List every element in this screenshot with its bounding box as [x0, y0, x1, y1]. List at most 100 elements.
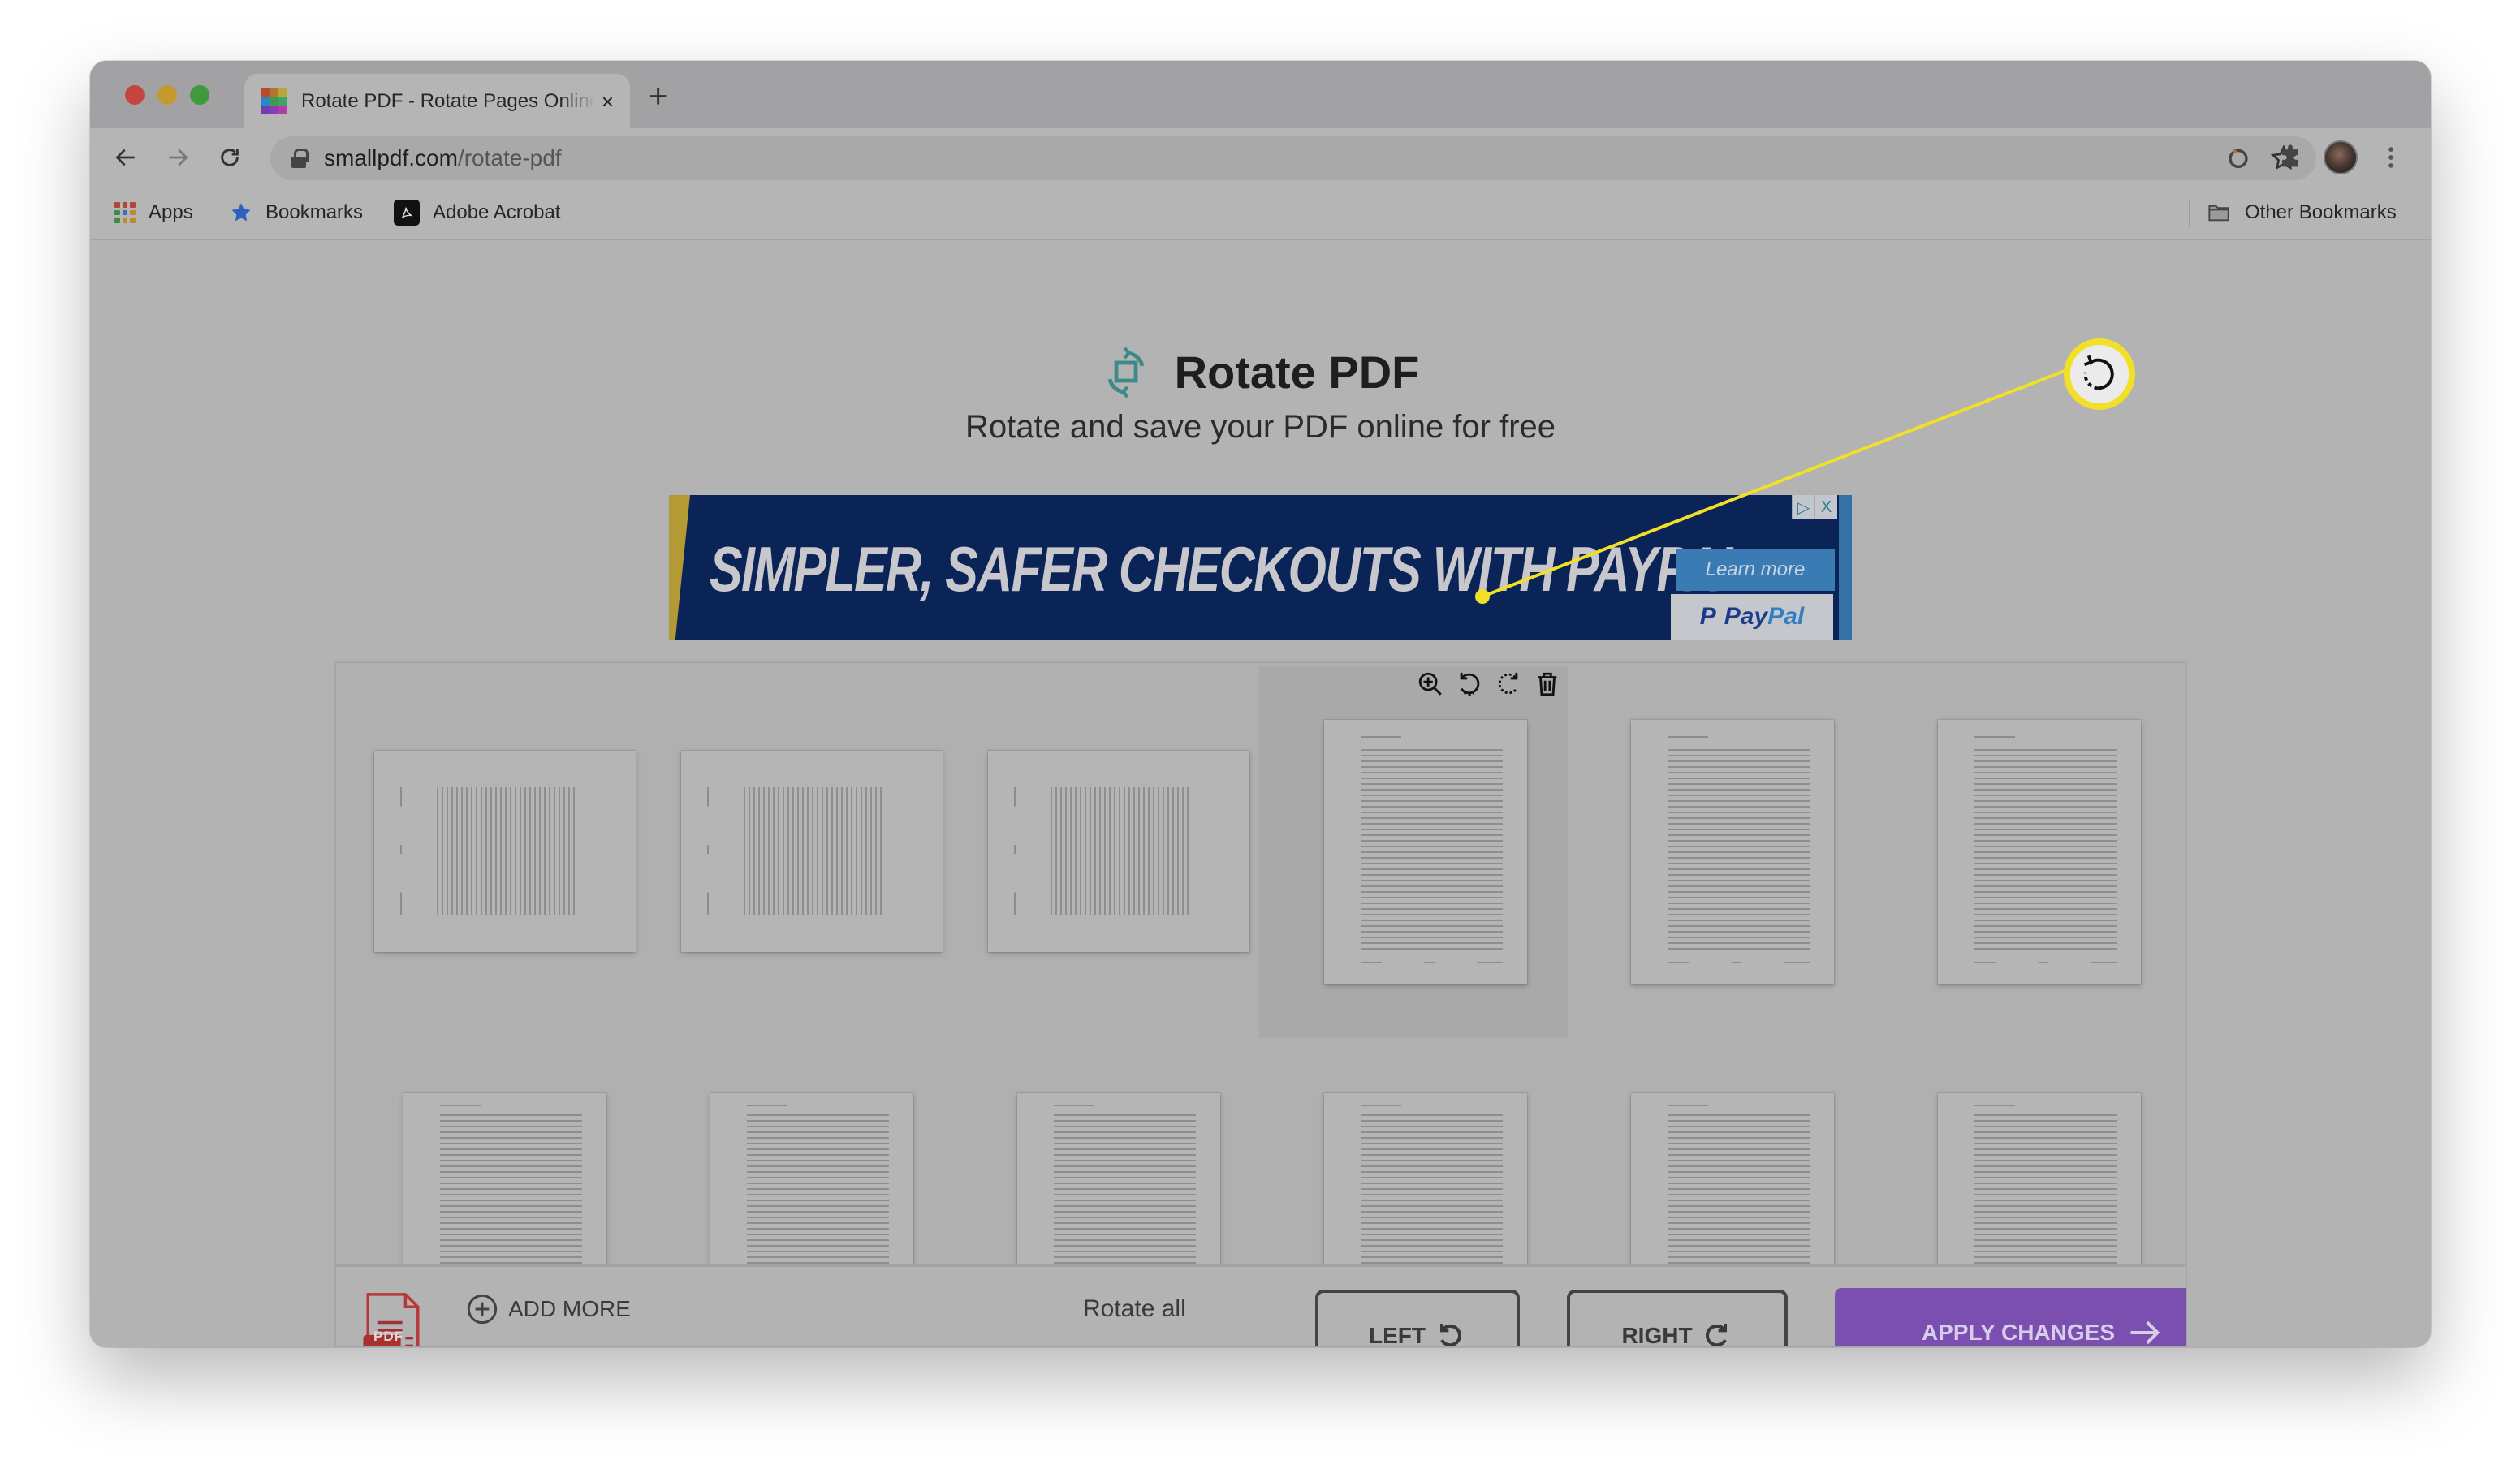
page-text-hdr — [1014, 786, 1016, 916]
page-text-lines — [1668, 1114, 1810, 1265]
add-more-button[interactable]: ADD MORE — [466, 1267, 631, 1346]
back-button[interactable] — [108, 140, 144, 175]
rotate-left-icon[interactable] — [1455, 668, 1484, 700]
bookmarks-divider — [2189, 200, 2190, 227]
acrobat-icon — [394, 200, 420, 226]
page-thumbnail[interactable] — [1938, 720, 2141, 984]
page-thumbnail[interactable] — [1017, 1093, 1220, 1288]
apps-grid-icon — [114, 202, 136, 223]
page-text-hdr — [400, 786, 403, 916]
rotate-left-icon — [2083, 355, 2114, 390]
rotate-left-icon — [1440, 1324, 1461, 1346]
adchoices-icon[interactable]: ▷ — [1792, 495, 1814, 519]
screenshot-stage: Rotate PDF - Rotate Pages Online Free × … — [0, 0, 2520, 1469]
trash-icon[interactable] — [1533, 668, 1562, 700]
add-more-label: ADD MORE — [508, 1296, 631, 1321]
folder-icon — [2208, 205, 2229, 222]
page-editor: PDF ADD MORE Rotate all LEFT RIGHT APPLY… — [334, 661, 2187, 1347]
smallpdf-favicon-icon — [261, 87, 287, 115]
reload-button[interactable] — [212, 140, 248, 175]
page-text-hdr — [1974, 735, 2015, 738]
new-tab-button[interactable]: + — [649, 80, 667, 113]
page-text-lines — [1974, 748, 2117, 953]
page-text-lines — [744, 786, 886, 916]
page-thumbnail[interactable] — [710, 1093, 913, 1288]
page-text-lines — [1361, 1114, 1503, 1265]
tab-strip: Rotate PDF - Rotate Pages Online Free × … — [90, 61, 2431, 128]
tab-title: Rotate PDF - Rotate Pages Online Free — [300, 89, 595, 112]
bookmark-apps[interactable]: Apps — [114, 187, 193, 239]
page-text-hdr — [1361, 1105, 1401, 1107]
arrow-right-icon — [2130, 1320, 2160, 1345]
page-subtitle: Rotate and save your PDF online for free — [964, 409, 1556, 445]
page-thumbnail[interactable] — [1631, 720, 1834, 984]
page-text-lines — [1054, 1114, 1196, 1265]
page-text-lines — [440, 1114, 582, 1265]
apply-label: APPLY CHANGES — [1921, 1320, 2116, 1345]
rotate-all-label: Rotate all — [1083, 1295, 1186, 1322]
url-path: /rotate-pdf — [457, 145, 562, 170]
extension-button[interactable] — [2220, 140, 2256, 175]
tab-rotate-pdf[interactable]: Rotate PDF - Rotate Pages Online Free × — [244, 74, 630, 128]
page-thumbnail[interactable] — [1631, 1093, 1834, 1288]
page-text-hdr — [1974, 1105, 2015, 1107]
page-thumbnail[interactable] — [988, 751, 1249, 952]
ad-accent-stripe — [669, 495, 690, 640]
close-window-button[interactable] — [125, 85, 145, 105]
page-text-lines — [1974, 1114, 2117, 1265]
plus-circle-icon — [467, 1294, 498, 1325]
page-text-lines — [437, 786, 579, 916]
ad-right-strip — [1839, 495, 1852, 640]
profile-button[interactable] — [2323, 140, 2358, 175]
ad-close-icon[interactable]: X — [1814, 495, 1837, 519]
page-text-ftr — [1668, 961, 1810, 963]
ad-paypal-logo: P PayPal — [1671, 594, 1833, 640]
bookmarks-bar: Apps Bookmarks Adobe Acrobat Other Bookm… — [90, 187, 2431, 240]
page-thumbnail[interactable] — [374, 751, 636, 952]
page-text-ftr — [1361, 961, 1503, 963]
tab-close-icon[interactable]: × — [602, 91, 614, 112]
page-text-hdr — [1054, 1105, 1094, 1107]
page-thumbnail[interactable] — [1938, 1093, 2141, 1288]
rotate-all-right-button[interactable]: RIGHT — [1567, 1290, 1788, 1347]
page-thumbnail[interactable] — [403, 1093, 606, 1288]
page-thumbnail[interactable] — [1324, 720, 1527, 984]
puzzle-icon — [2282, 144, 2298, 167]
minimize-window-button[interactable] — [158, 85, 177, 105]
ad-choices: ▷ X — [1792, 495, 1837, 519]
ad-headline: SIMPLER, SAFER CHECKOUTS WITH PAYPAL — [710, 533, 1750, 605]
page-text-hdr — [747, 1105, 788, 1107]
paypal-ad-banner[interactable]: SIMPLER, SAFER CHECKOUTS WITH PAYPAL Lea… — [669, 495, 1852, 640]
browser-menu-button[interactable] — [2373, 140, 2409, 175]
reload-icon — [221, 149, 239, 166]
editor-bottom-bar: PDF ADD MORE Rotate all LEFT RIGHT APPLY… — [336, 1264, 2186, 1347]
rotate-all-left-button[interactable]: LEFT — [1315, 1290, 1520, 1346]
extensions-button[interactable] — [2272, 140, 2308, 175]
zoom-in-icon[interactable] — [1416, 668, 1445, 700]
bookmark-other-bookmarks[interactable]: Other Bookmarks — [2206, 187, 2397, 239]
rotate-document-icon — [1107, 346, 1144, 398]
maximize-window-button[interactable] — [190, 85, 209, 105]
page-text-lines — [1051, 786, 1193, 916]
address-bar[interactable]: smallpdf.com/rotate-pdf — [270, 136, 2316, 180]
callout-magnifier — [2064, 338, 2135, 410]
page-thumbnail[interactable] — [1324, 1093, 1527, 1288]
page-text-hdr — [707, 786, 710, 916]
pdf-badge: PDF — [373, 1329, 403, 1344]
avatar — [2324, 140, 2358, 174]
forward-button[interactable] — [160, 140, 196, 175]
page-text-lines — [1361, 748, 1503, 953]
right-label: RIGHT — [1621, 1323, 1693, 1347]
apply-changes-button[interactable]: APPLY CHANGES — [1835, 1288, 2186, 1346]
bookmark-bookmarks[interactable]: Bookmarks — [230, 187, 363, 239]
star-icon — [231, 203, 251, 222]
paypal-wordmark: PayPal — [1724, 603, 1805, 630]
page-tools — [1416, 668, 1562, 700]
rotate-right-icon[interactable] — [1494, 668, 1523, 700]
ad-learn-more-button[interactable]: Learn more — [1676, 549, 1835, 591]
page-text-hdr — [1668, 1105, 1708, 1107]
bookmark-adobe-acrobat[interactable]: Adobe Acrobat — [394, 187, 560, 239]
paypal-p-icon: P — [1699, 603, 1716, 630]
page-text-lines — [747, 1114, 889, 1265]
page-thumbnail[interactable] — [681, 751, 943, 952]
